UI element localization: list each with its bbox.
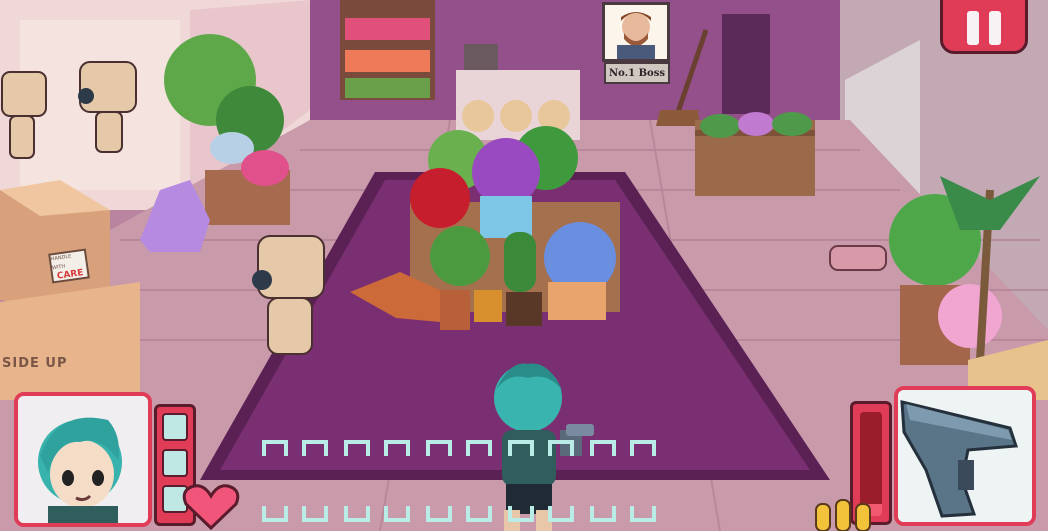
player-face-icon <box>18 396 148 523</box>
inventory-slot-corner[interactable] <box>262 440 288 472</box>
inventory-slot-corner[interactable] <box>426 490 452 522</box>
inventory-slot-corner[interactable] <box>590 490 616 522</box>
inventory-slot-corner[interactable] <box>466 490 492 522</box>
pause-icon <box>967 11 979 45</box>
poster-label: No.1 Boss <box>604 62 670 84</box>
pistol-icon <box>898 390 1032 522</box>
game-scene: No.1 Boss HANDLE WITH CARE SIDE UP <box>0 0 1048 531</box>
inventory-row-top <box>262 440 802 476</box>
inventory-slot-corner[interactable] <box>384 490 410 522</box>
boss-poster <box>602 2 670 62</box>
inventory-slot-corner[interactable] <box>630 440 656 472</box>
inventory-slot-corner[interactable] <box>344 440 370 472</box>
inventory-slot-corner[interactable] <box>302 490 328 522</box>
inventory-slot-corner[interactable] <box>262 490 288 522</box>
inventory-slot-corner[interactable] <box>384 440 410 472</box>
box-side-text: SIDE UP <box>2 356 68 371</box>
ammo-cell <box>162 449 188 477</box>
ammo-cell <box>162 413 188 441</box>
boss-portrait-icon <box>605 5 667 59</box>
box-care-label: HANDLE WITH CARE <box>48 248 90 284</box>
inventory-row-bottom <box>262 490 802 526</box>
pause-button[interactable] <box>940 0 1028 54</box>
inventory-slot-corner[interactable] <box>508 440 534 472</box>
inventory-slot-corner[interactable] <box>466 440 492 472</box>
player-portrait <box>14 392 152 527</box>
weapon-slot[interactable] <box>894 386 1036 526</box>
inventory-slot-corner[interactable] <box>590 440 616 472</box>
inventory-slot-corner[interactable] <box>302 440 328 472</box>
box-label-text: CARE <box>56 267 85 282</box>
inventory-slot-corner[interactable] <box>508 490 534 522</box>
inventory-slot-corner[interactable] <box>548 490 574 522</box>
inventory-slot-corner[interactable] <box>426 440 452 472</box>
inventory-slot-corner[interactable] <box>548 440 574 472</box>
heart-icon <box>182 484 240 530</box>
pause-icon-bar <box>989 11 1001 45</box>
inventory-slot-corner[interactable] <box>630 490 656 522</box>
bullets-icon <box>815 499 871 531</box>
inventory-slot-corner[interactable] <box>344 490 370 522</box>
